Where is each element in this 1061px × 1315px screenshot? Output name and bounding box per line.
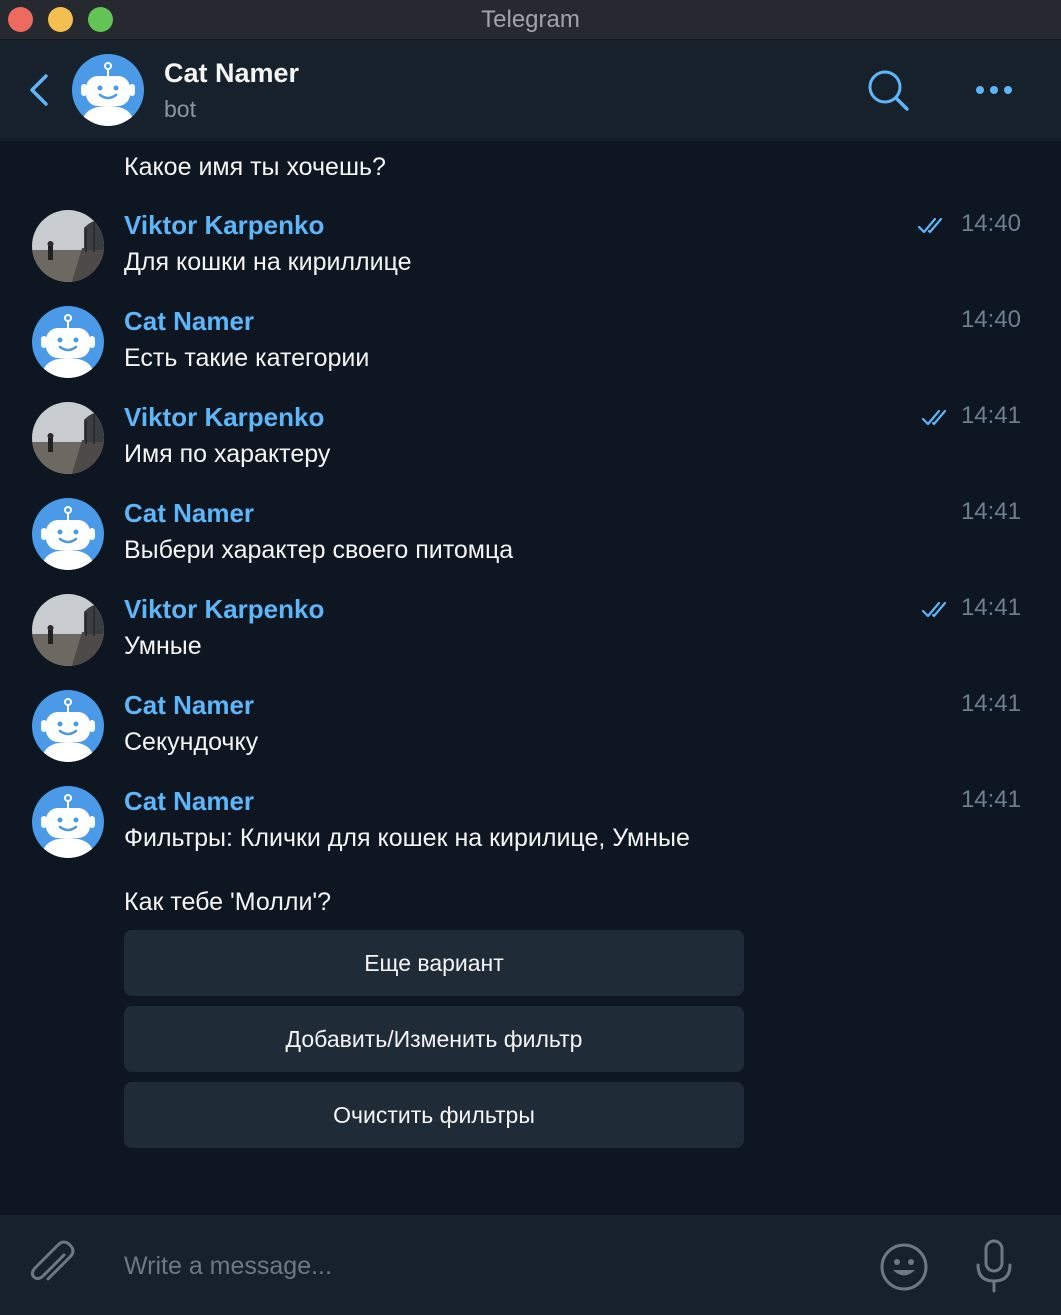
message-text-second-line: Как тебе 'Молли'? bbox=[124, 888, 332, 916]
avatar[interactable] bbox=[32, 594, 104, 666]
chat-header: Cat Namer bot bbox=[0, 40, 1061, 140]
microphone-button[interactable] bbox=[972, 1237, 1016, 1297]
window-title: Telegram bbox=[481, 6, 580, 33]
double-check-icon bbox=[917, 217, 943, 234]
microphone-icon bbox=[976, 1239, 1012, 1293]
sender-name[interactable]: Cat Namer bbox=[124, 306, 254, 337]
message-time: 14:41 bbox=[960, 594, 1021, 621]
message-text: Секундочку bbox=[124, 728, 259, 756]
message-text: Для кошки на кириллице bbox=[124, 248, 412, 276]
user-photo-icon bbox=[32, 594, 104, 666]
double-check-icon bbox=[921, 409, 947, 426]
sender-name[interactable]: Cat Namer bbox=[124, 690, 254, 721]
emoji-button[interactable] bbox=[878, 1241, 930, 1293]
sender-name[interactable]: Viktor Karpenko bbox=[124, 594, 324, 625]
paperclip-icon bbox=[30, 1240, 75, 1281]
message-time: 14:41 bbox=[960, 402, 1021, 429]
message-input[interactable] bbox=[124, 1243, 844, 1289]
chevron-left-icon bbox=[30, 74, 48, 106]
search-button[interactable] bbox=[863, 66, 915, 116]
double-check-icon bbox=[921, 601, 947, 618]
inline-button-clear-filters[interactable]: Очистить фильтры bbox=[124, 1082, 744, 1148]
chat-title[interactable]: Cat Namer bbox=[164, 58, 299, 89]
message-text: Имя по характеру bbox=[124, 440, 331, 468]
bot-robot-icon bbox=[32, 498, 104, 570]
chat-status: bot bbox=[164, 96, 196, 122]
message-composer bbox=[0, 1214, 1061, 1315]
avatar[interactable] bbox=[32, 402, 104, 474]
bot-robot-icon bbox=[32, 786, 104, 858]
message-text: Выбери характер своего питомца bbox=[124, 536, 514, 564]
user-photo-icon bbox=[32, 210, 104, 282]
message-time: 14:41 bbox=[960, 690, 1021, 717]
search-icon bbox=[868, 70, 909, 111]
avatar[interactable] bbox=[32, 690, 104, 762]
message-text: Какое имя ты хочешь? bbox=[124, 153, 386, 181]
message-time: 14:40 bbox=[960, 306, 1021, 333]
user-photo-icon bbox=[32, 402, 104, 474]
inline-button-edit-filter[interactable]: Добавить/Изменить фильтр bbox=[124, 1006, 744, 1072]
more-options-button[interactable] bbox=[966, 70, 1022, 110]
bot-robot-icon bbox=[32, 306, 104, 378]
avatar[interactable] bbox=[32, 210, 104, 282]
bot-robot-icon bbox=[72, 54, 144, 126]
sender-name[interactable]: Cat Namer bbox=[124, 498, 254, 529]
bot-robot-icon bbox=[32, 690, 104, 762]
message-text: Есть такие категории bbox=[124, 344, 370, 372]
message-time: 14:40 bbox=[960, 210, 1021, 237]
message-list[interactable]: Какое имя ты хочешь? Viktor Karpenko Для… bbox=[0, 141, 1061, 1214]
sender-name[interactable]: Viktor Karpenko bbox=[124, 210, 324, 241]
window-titlebar: Telegram bbox=[0, 0, 1061, 40]
avatar[interactable] bbox=[32, 498, 104, 570]
sender-name[interactable]: Viktor Karpenko bbox=[124, 402, 324, 433]
avatar[interactable] bbox=[32, 786, 104, 858]
sender-name[interactable]: Cat Namer bbox=[124, 786, 254, 817]
inline-button-another-variant[interactable]: Еще вариант bbox=[124, 930, 744, 996]
message-text: Умные bbox=[124, 632, 202, 660]
more-dots-icon bbox=[976, 86, 1012, 94]
message-time: 14:41 bbox=[960, 786, 1021, 813]
message-time: 14:41 bbox=[960, 498, 1021, 525]
message-text: Фильтры: Клички для кошек на кирилице, У… bbox=[124, 824, 690, 852]
chat-avatar[interactable] bbox=[72, 54, 144, 131]
back-button[interactable] bbox=[22, 68, 62, 112]
smiley-icon bbox=[880, 1243, 928, 1291]
avatar[interactable] bbox=[32, 306, 104, 378]
attach-button[interactable] bbox=[26, 1237, 78, 1293]
